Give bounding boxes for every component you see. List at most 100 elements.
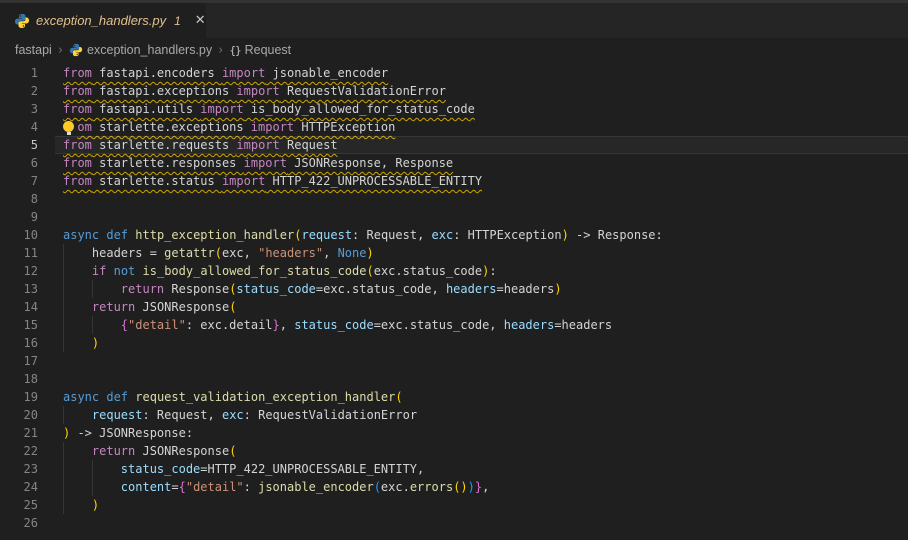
tab-label: exception_handlers.py [36,13,167,28]
line-number: 10 [23,228,38,242]
code-token: import [236,138,280,152]
code-line[interactable]: 10 async def http_exception_handler(reque… [0,226,908,244]
warning-squiggle: from fastapi.encoders import jsonable_en… [63,66,388,80]
code-token: async [63,228,100,242]
code-token: fastapi.exceptions [91,84,237,98]
code-token: JSONResponse [135,444,230,458]
code-token: is_body_allowed_for_status_code [142,264,367,278]
code-line[interactable]: 24 content={"detail": jsonable_encoder(e… [0,478,908,496]
code-line[interactable]: 21) -> JSONResponse: [0,424,908,442]
editor-code[interactable]: 1 from fastapi.encoders import jsonable_e… [0,62,908,532]
code-token: request [301,228,353,242]
code-token: from [63,84,92,98]
code-token: =exc.status_code, [315,282,446,296]
code-token: } [272,318,280,332]
code-line[interactable]: 7 from starlette.status import HTTP_422_U… [0,172,908,190]
code-token: , [482,480,490,494]
code-token: : Request, [142,408,222,422]
code-token: exc.status_code [373,264,483,278]
code-token: return [91,444,136,458]
code-token: JSONResponse [135,300,230,314]
code-line[interactable]: 4 om starlette.exceptions import HTTPExce… [0,118,908,136]
code-line[interactable]: 9 [0,208,908,226]
python-icon [15,13,29,28]
code-token: from [63,102,92,116]
code-line[interactable]: 3 from fastapi.utils import is_body_allow… [0,100,908,118]
code-token: from [63,174,92,188]
code-token: starlette.status [91,174,222,188]
code-line[interactable]: 6 from starlette.responses import JSONRes… [0,154,908,172]
code-token: import [243,156,287,170]
code-line[interactable]: 5 from starlette.requests import Request [0,136,908,154]
breadcrumb-item-fastapi[interactable]: fastapi [15,43,52,57]
code-line[interactable]: 23 status_code=HTTP_422_UNPROCESSABLE_EN… [0,460,908,478]
line-number: 16 [23,336,38,350]
code-token: = [171,480,179,494]
code-token: RequestValidationError [279,84,446,98]
line-number: 6 [30,156,38,170]
tab-badge: 1 [174,13,181,28]
code-line[interactable]: 2 from fastapi.exceptions import RequestV… [0,82,908,100]
code-line[interactable]: 16 ) [0,334,908,352]
line-number: 8 [30,192,38,206]
code-token: exc [431,228,454,242]
indent-guide [91,460,93,478]
code-token: ( [373,480,381,494]
code-token: : exc.detail [185,318,273,332]
indent-guide [91,316,93,334]
code-line[interactable]: 25 ) [0,496,908,514]
code-token: =headers [554,318,613,332]
code-token: status_code [236,282,316,296]
lightbulb-icon[interactable] [63,121,74,135]
code-line[interactable]: 22 return JSONResponse( [0,442,908,460]
code-token: fastapi.utils [91,102,201,116]
chevron-right-icon: › [218,42,224,58]
code-token: starlette.exceptions [91,120,251,134]
tab-exception-handlers[interactable]: exception_handlers.py 1 ✕ [0,3,207,38]
namespace-icon: {} [229,43,241,57]
code-token: return [120,282,165,296]
code-line[interactable]: 11 headers = getattr(exc, "headers", Non… [0,244,908,262]
code-token: async [63,390,100,404]
line-number: 20 [23,408,38,422]
code-token: "headers" [258,246,324,260]
code-token: ( [229,300,237,314]
code-token: getattr [164,246,215,260]
code-line[interactable]: 1 from fastapi.encoders import jsonable_e… [0,64,908,82]
code-line[interactable]: 14 return JSONResponse( [0,298,908,316]
code-token: starlette.responses [91,156,244,170]
indent-guide [63,442,64,460]
code-line[interactable]: 15 {"detail": exc.detail}, status_code=e… [0,316,908,334]
code-line[interactable]: 17 [0,352,908,370]
code-token: status_code [120,462,201,476]
breadcrumb-item-file[interactable]: exception_handlers.py [69,43,212,57]
code-token: : [243,480,259,494]
line-number: 12 [23,264,38,278]
chevron-right-icon: › [57,42,64,58]
code-line[interactable]: 20 request: Request, exc: RequestValidat… [0,406,908,424]
breadcrumb-item-symbol[interactable]: {} Request [229,43,291,57]
line-number: 17 [23,354,38,368]
indent-guide [91,478,93,496]
code-line[interactable]: 26 [0,514,908,532]
indent-guide [63,478,64,496]
code-token: from [63,138,92,152]
code-token: om [77,120,92,134]
code-line[interactable]: 19 async def request_validation_exception… [0,388,908,406]
code-token: "detail" [128,318,186,332]
code-token: return [91,300,136,314]
code-token: exc, [221,246,259,260]
code-token: headers [503,318,555,332]
code-line[interactable]: 18 [0,370,908,388]
code-line[interactable]: 8 [0,190,908,208]
code-token: ( [395,390,403,404]
warning-squiggle: from starlette.requests import Request [63,138,338,152]
close-icon[interactable]: ✕ [195,14,206,27]
code-line[interactable]: 13 return Response(status_code=exc.statu… [0,280,908,298]
code-token: ) [554,282,562,296]
line-number: 15 [23,318,38,332]
code-token: import [236,84,280,98]
code-token: -> JSONResponse: [70,426,194,440]
code-line[interactable]: 12 if not is_body_allowed_for_status_cod… [0,262,908,280]
